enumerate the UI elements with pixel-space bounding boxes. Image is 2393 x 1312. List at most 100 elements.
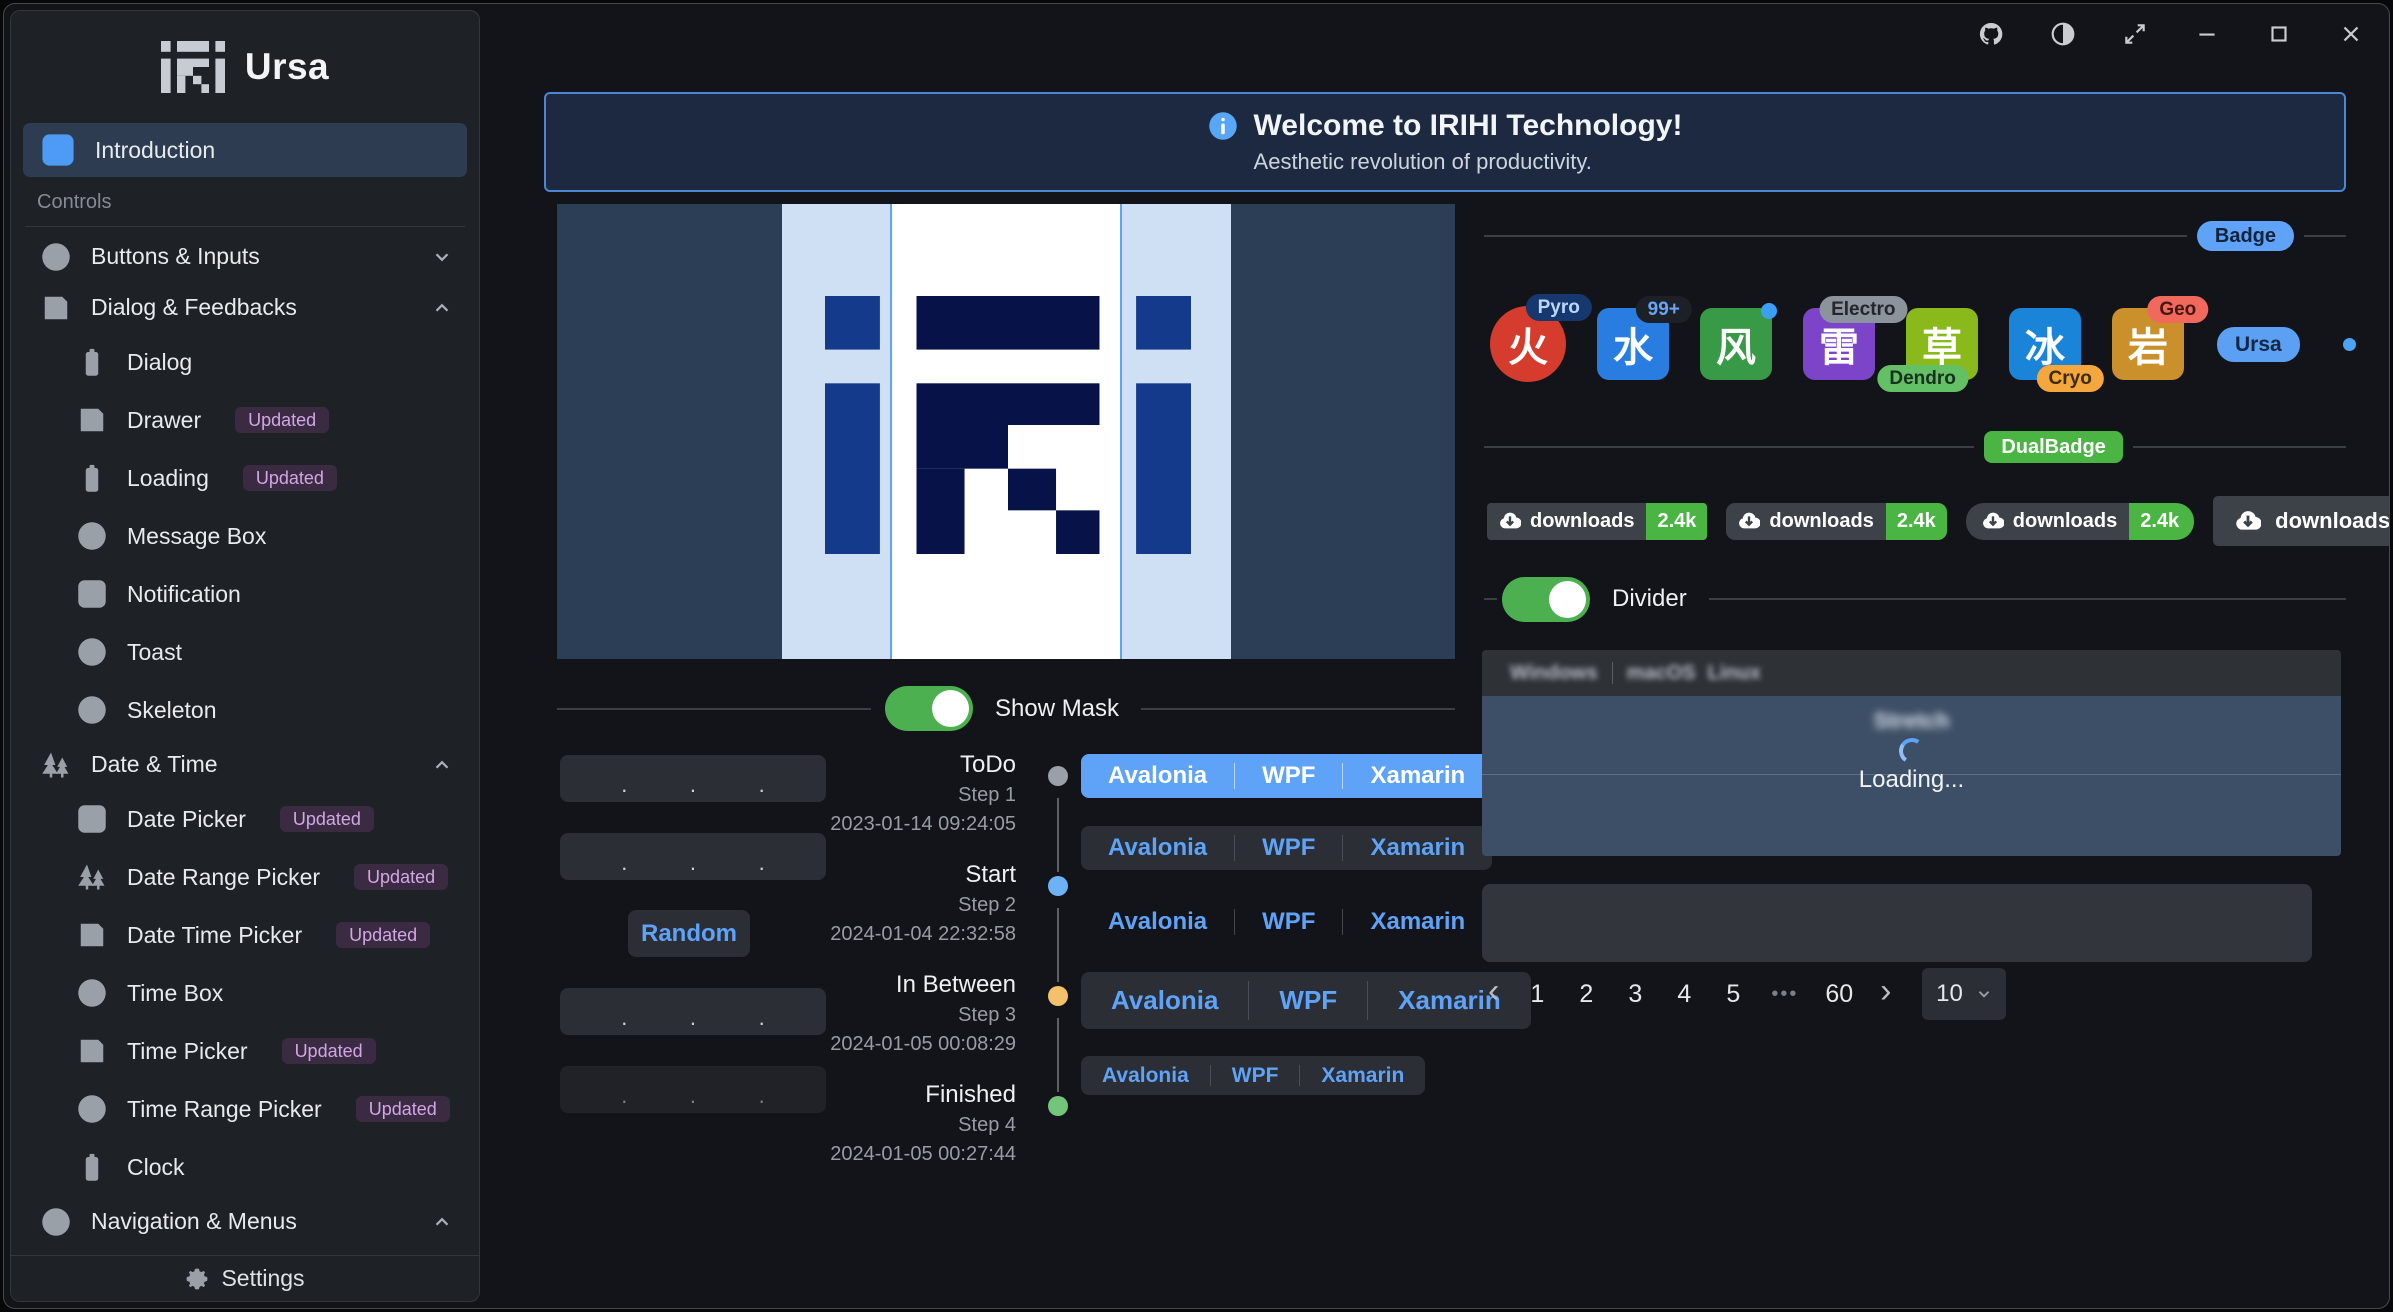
page-button-4[interactable]: 4 bbox=[1673, 980, 1695, 1009]
chevron-icon bbox=[431, 297, 453, 319]
app-root: Ursa Introduction Controls Buttons & Inp… bbox=[0, 0, 2393, 1312]
ip-input[interactable]: ... bbox=[560, 833, 826, 880]
stretch-label: Stretch bbox=[1482, 708, 2341, 734]
step-subtitle: Step 4 bbox=[804, 1111, 1016, 1140]
close-icon[interactable] bbox=[2327, 14, 2375, 54]
tile-badge: 99+ bbox=[1636, 296, 1692, 323]
nav-section-divider bbox=[25, 226, 465, 227]
step-subtitle: Step 1 bbox=[804, 781, 1016, 810]
clock-icon bbox=[77, 1094, 107, 1124]
step-connector bbox=[1057, 908, 1059, 982]
step-dot bbox=[1048, 986, 1068, 1006]
settings-button[interactable]: Settings bbox=[11, 1255, 479, 1301]
updated-badge: Updated bbox=[356, 1096, 450, 1122]
step-timestamp: 2023-01-14 09:24:05 bbox=[804, 810, 1016, 839]
sidebar-item-dialog[interactable]: Dialog bbox=[11, 333, 479, 391]
ip-input[interactable]: ... bbox=[560, 755, 826, 802]
sidebar-item-clock[interactable]: Clock bbox=[11, 1138, 479, 1196]
segment-button[interactable]: WPF bbox=[1235, 826, 1342, 870]
minimize-icon[interactable] bbox=[2183, 14, 2231, 54]
segment-button[interactable]: Avalonia bbox=[1081, 754, 1234, 798]
tab-strip: Windows macOS Linux bbox=[1482, 650, 2341, 696]
segment-button[interactable]: Xamarin bbox=[1300, 1056, 1425, 1095]
expand-icon[interactable] bbox=[2111, 14, 2159, 54]
step-connector bbox=[1057, 1018, 1059, 1092]
page-prev-button[interactable]: ‹ bbox=[1488, 974, 1499, 1008]
info-icon bbox=[1208, 111, 1238, 141]
sidebar-item-skeleton[interactable]: Skeleton bbox=[11, 681, 479, 739]
step-item: Finished Step 4 2024-01-05 00:27:44 bbox=[804, 1079, 1016, 1189]
page-button-3[interactable]: 3 bbox=[1624, 980, 1646, 1009]
sidebar-item-introduction[interactable]: Introduction bbox=[23, 123, 467, 177]
sidebar-item-time-picker[interactable]: Time Picker Updated bbox=[11, 1022, 479, 1080]
segment-button[interactable]: WPF bbox=[1235, 754, 1342, 798]
sidebar-item-drawer[interactable]: Drawer Updated bbox=[11, 391, 479, 449]
floppy-icon bbox=[77, 920, 107, 950]
segment-button[interactable]: Avalonia bbox=[1081, 826, 1234, 870]
page-button-2[interactable]: 2 bbox=[1575, 980, 1597, 1009]
segment-button[interactable]: Avalonia bbox=[1081, 972, 1248, 1029]
segment-button[interactable]: Xamarin bbox=[1343, 826, 1492, 870]
sidebar-item-loading[interactable]: Loading Updated bbox=[11, 449, 479, 507]
sidebar-item-date-time-picker[interactable]: Date Time Picker Updated bbox=[11, 906, 479, 964]
sidebar-item-time-range-picker[interactable]: Time Range Picker Updated bbox=[11, 1080, 479, 1138]
badge-chip: Badge bbox=[2197, 221, 2294, 251]
element-tile: 水 99+ bbox=[1597, 308, 1669, 380]
sidebar-item-date-time[interactable]: Date & Time bbox=[11, 739, 479, 790]
download-badge: downloads 2.4k bbox=[1726, 503, 1946, 540]
show-mask-toggle[interactable] bbox=[885, 686, 973, 731]
sidebar-item-navigation-menus[interactable]: Navigation & Menus bbox=[11, 1196, 479, 1247]
ip-input[interactable]: ... bbox=[560, 988, 826, 1035]
divider-toggle[interactable] bbox=[1502, 577, 1590, 622]
gear-icon bbox=[185, 1267, 209, 1291]
step-title: Finished bbox=[804, 1079, 1016, 1111]
battery-icon bbox=[77, 347, 107, 377]
clock-icon bbox=[77, 521, 107, 551]
download-badge: downloads 2.4k bbox=[1966, 503, 2194, 540]
arrow-square-icon bbox=[77, 579, 107, 609]
sidebar-item-dialog-feedbacks[interactable]: Dialog & Feedbacks bbox=[11, 282, 479, 333]
download-badge: downloads 2.4k bbox=[1487, 503, 1707, 540]
segment-button[interactable]: Xamarin bbox=[1343, 900, 1492, 944]
page-more-button[interactable]: ••• bbox=[1771, 983, 1798, 1006]
updated-badge: Updated bbox=[282, 1038, 376, 1064]
page-button-5[interactable]: 5 bbox=[1722, 980, 1744, 1009]
segment-button[interactable]: Avalonia bbox=[1081, 1056, 1210, 1095]
theme-toggle-icon[interactable] bbox=[2039, 14, 2087, 54]
dot-badge bbox=[1761, 303, 1777, 319]
segment-button[interactable]: WPF bbox=[1211, 1056, 1300, 1095]
music-icon bbox=[77, 978, 107, 1008]
divider-line bbox=[2133, 446, 2346, 448]
tile-badge: Geo bbox=[2147, 296, 2208, 323]
random-button[interactable]: Random bbox=[628, 910, 750, 957]
nav-section-label: Controls bbox=[37, 191, 479, 214]
page-button-last[interactable]: 60 bbox=[1825, 980, 1853, 1009]
tab-windows[interactable]: Windows bbox=[1496, 662, 1612, 685]
sidebar-item-toast[interactable]: Toast bbox=[11, 623, 479, 681]
github-icon[interactable] bbox=[1967, 14, 2015, 54]
sidebar-item-date-range-picker[interactable]: Date Range Picker Updated bbox=[11, 848, 479, 906]
sidebar-item-notification[interactable]: Notification bbox=[11, 565, 479, 623]
clock-icon bbox=[41, 242, 71, 272]
element-tile: 风 bbox=[1700, 308, 1772, 380]
banner-subtitle: Aesthetic revolution of productivity. bbox=[1254, 149, 1683, 175]
tab-linux[interactable]: Linux bbox=[1694, 662, 1775, 685]
segment-button[interactable]: WPF bbox=[1249, 972, 1367, 1029]
page-size-select[interactable]: 10 bbox=[1922, 968, 2006, 1020]
step-item: Start Step 2 2024-01-04 22:32:58 bbox=[804, 859, 1016, 969]
sidebar-item-time-box[interactable]: Time Box bbox=[11, 964, 479, 1022]
segment-button[interactable]: Avalonia bbox=[1081, 900, 1234, 944]
brand-logo-icon bbox=[161, 41, 225, 93]
ursa-pill-badge: Ursa bbox=[2217, 327, 2300, 362]
chevron-icon bbox=[431, 754, 453, 776]
segment-button[interactable]: Xamarin bbox=[1343, 754, 1492, 798]
page-button-1[interactable]: 1 bbox=[1526, 980, 1548, 1009]
sidebar-item-message-box[interactable]: Message Box bbox=[11, 507, 479, 565]
app-window: Ursa Introduction Controls Buttons & Inp… bbox=[3, 3, 2390, 1309]
sidebar-item-buttons-inputs[interactable]: Buttons & Inputs bbox=[11, 231, 479, 282]
segment-button[interactable]: WPF bbox=[1235, 900, 1342, 944]
step-item: In Between Step 3 2024-01-05 00:08:29 bbox=[804, 969, 1016, 1079]
sidebar-item-date-picker[interactable]: Date Picker Updated bbox=[11, 790, 479, 848]
maximize-icon[interactable] bbox=[2255, 14, 2303, 54]
page-next-button[interactable]: › bbox=[1880, 974, 1891, 1008]
